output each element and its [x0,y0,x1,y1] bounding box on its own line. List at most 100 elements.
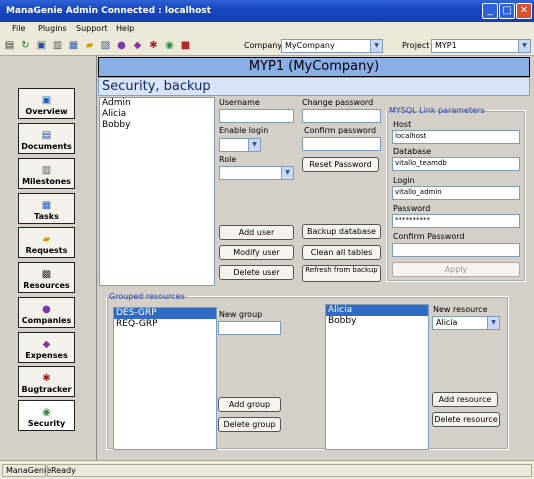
nav-label: Requests [25,246,68,255]
status-app: ManaGenie [2,464,51,477]
apply-button[interactable]: Apply [392,262,520,277]
tasks-icon: ▦ [41,200,52,211]
delete-user-button[interactable]: Delete user [219,265,294,280]
nav-label: Tasks [34,212,59,221]
nav-label: Companies [21,316,72,325]
bug-icon[interactable]: ✱ [146,38,161,53]
menu-support[interactable]: Support [76,24,108,33]
list-item[interactable]: Admin [100,98,214,109]
section-title: Security, backup [98,77,530,96]
chevron-down-icon: ▼ [370,40,382,52]
new-group-label: New group [219,310,263,319]
milestones-icon: ▥ [41,165,52,176]
title-bar: ManaGenie Admin Connected : localhost [0,0,534,22]
nav-documents[interactable]: ▤ Documents [18,123,75,154]
calendar-icon[interactable]: ▦ [66,38,81,53]
user-list[interactable]: Admin Alicia Bobby [99,97,215,286]
username-field[interactable] [219,109,294,123]
minimize-button[interactable]: _ [482,3,498,19]
company-label: Company [244,41,283,50]
nav-milestones[interactable]: ▥ Milestones [18,158,75,189]
nav-security[interactable]: ◉ Security [18,400,75,431]
company-select[interactable]: MyCompany ▼ [281,39,383,53]
list-item[interactable]: Bobby [326,316,428,327]
nav-overview[interactable]: ▣ Overview [18,88,75,119]
nav-label: Bugtracker [21,385,72,394]
resources-icon: ▩ [41,269,52,280]
list-item[interactable]: Alicia [100,109,214,120]
expenses-icon[interactable]: ◆ [130,38,145,53]
project-value: MYP1 [435,41,457,50]
add-user-button[interactable]: Add user [219,225,294,240]
nav-expenses[interactable]: ◆ Expenses [18,332,75,363]
menu-help[interactable]: Help [116,24,134,33]
tasks-icon[interactable]: ▧ [98,38,113,53]
folder-icon[interactable]: ▰ [82,38,97,53]
requests-icon: ▰ [42,234,51,245]
enable-login-select[interactable]: ▼ [219,138,261,152]
delete-group-button[interactable]: Delete group [218,417,281,432]
new-resource-label: New resource [433,305,488,314]
list-item[interactable]: DES-GRP [114,308,216,319]
nav-resources[interactable]: ▩ Resources [18,262,75,293]
mysql-confirm-password-field[interactable] [392,243,520,257]
nav-bugtracker[interactable]: ✱ Bugtracker [18,366,75,397]
role-select[interactable]: ▼ [219,166,294,180]
chevron-down-icon: ▼ [518,40,530,52]
refresh-from-backup-button[interactable]: Refresh from backup [302,265,381,282]
window-title: ManaGenie Admin Connected : localhost [6,6,211,16]
list-item[interactable]: Bobby [100,120,214,131]
menu-plugins[interactable]: Plugins [38,24,67,33]
modify-user-button[interactable]: Modify user [219,245,294,260]
database-label: Database [393,147,432,156]
refresh-icon[interactable]: ↻ [18,38,33,53]
list-item[interactable]: REQ-GRP [114,319,216,330]
nav-tasks[interactable]: ▦ Tasks [18,193,75,224]
document-icon[interactable]: ▣ [34,38,49,53]
delete-resource-button[interactable]: Delete resource [432,412,500,427]
close-button[interactable]: ✕ [516,3,532,19]
overview-icon: ▣ [41,95,52,106]
password-label: Password [393,204,431,213]
list-item[interactable]: Alicia [326,305,428,316]
resource-list[interactable]: Alicia Bobby [325,304,429,450]
host-label: Host [393,120,412,129]
chart-icon[interactable]: ▥ [50,38,65,53]
companies-icon: ● [42,304,51,315]
project-select[interactable]: MYP1 ▼ [431,39,531,53]
add-group-button[interactable]: Add group [218,397,281,412]
sidebar: ▣ Overview ▤ Documents ▥ Milestones ▦ Ta… [0,56,97,460]
new-group-field[interactable] [218,321,281,335]
nav-label: Expenses [25,351,68,360]
nav-requests[interactable]: ▰ Requests [18,227,75,258]
host-field[interactable]: localhost [392,130,520,144]
clean-all-tables-button[interactable]: Clean all tables [302,245,381,260]
bugtracker-icon: ✱ [42,373,51,384]
confirm-password-label: Confirm password [304,126,377,135]
nav-companies[interactable]: ● Companies [18,297,75,328]
group-list[interactable]: DES-GRP REQ-GRP [113,307,217,450]
print-icon[interactable]: ▤ [2,38,17,53]
menu-file[interactable]: File [12,24,25,33]
confirm-password-field[interactable] [302,137,381,151]
people-icon[interactable]: ● [114,38,129,53]
expenses-icon: ◆ [42,339,51,350]
chevron-down-icon: ▼ [487,317,499,329]
security-icon[interactable]: ◉ [162,38,177,53]
new-resource-select[interactable]: Alicia ▼ [432,316,500,330]
nav-label: Security [27,419,66,428]
username-label: Username [219,98,260,107]
chevron-down-icon: ▼ [248,139,260,151]
mysql-params-legend: MYSQL Link parameters [389,106,485,115]
database-field[interactable]: vitallo_teamdb [392,157,520,171]
login-field[interactable]: vitallo_admin [392,186,520,200]
backup-database-button[interactable]: Backup database [302,224,381,239]
settings-icon[interactable]: ■ [178,38,193,53]
add-resource-button[interactable]: Add resource [432,392,498,407]
maximize-button[interactable]: □ [499,3,515,19]
login-label: Login [393,176,415,185]
nav-label: Milestones [22,177,71,186]
password-field[interactable]: ********** [392,214,520,228]
reset-password-button[interactable]: Reset Password [302,157,379,172]
change-password-field[interactable] [302,109,381,123]
